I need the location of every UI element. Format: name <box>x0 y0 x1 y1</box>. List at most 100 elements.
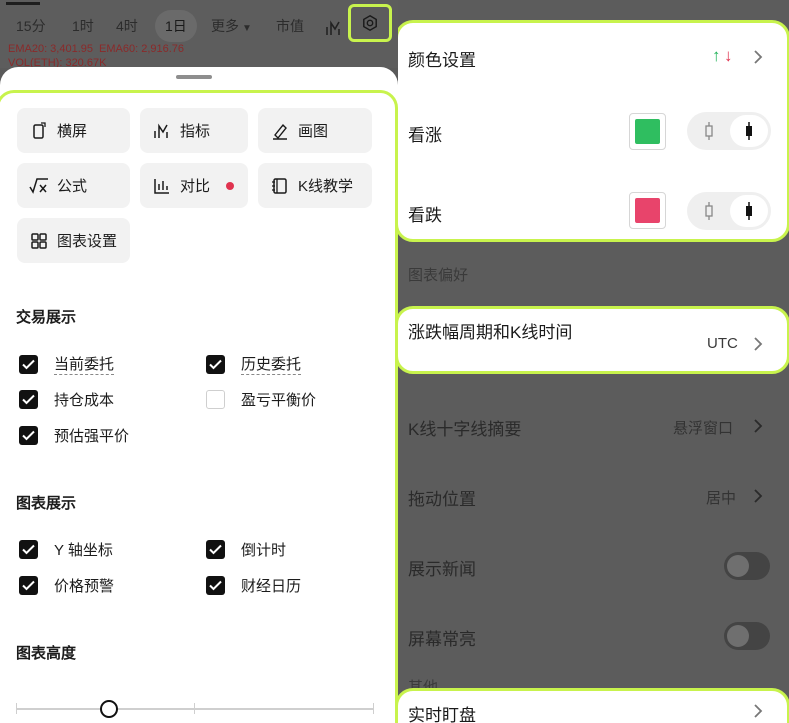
ema20-value: EMA20: 3,401.95 <box>8 43 94 55</box>
rise-color-swatch[interactable] <box>629 113 666 150</box>
checkbox-countdown[interactable]: 倒计时 <box>206 539 286 560</box>
slider-tick <box>194 703 195 714</box>
timeframe-1h[interactable]: 1时 <box>72 10 94 42</box>
chevron-right-icon <box>754 337 763 351</box>
check-icon <box>19 354 38 374</box>
tool-label: K线教学 <box>298 178 354 195</box>
checkbox-label: 当前委托 <box>54 353 115 375</box>
drag-handle[interactable] <box>176 75 212 79</box>
tool-label: 公式 <box>57 178 88 195</box>
checkbox-est-liquidation[interactable]: 预估强平价 <box>19 425 129 446</box>
timeframe-bar: 15分 1时 4时 1日 更多 ▼ 市值 <box>0 10 398 42</box>
period-time-value: UTC <box>707 335 738 352</box>
checkbox-label: 历史委托 <box>241 353 302 375</box>
rotate-screen-icon <box>29 121 49 141</box>
toggle-knob <box>727 555 749 577</box>
tool-landscape-button[interactable]: 横屏 <box>17 108 130 153</box>
timeframe-1d[interactable]: 1日 <box>155 10 197 42</box>
chart-height-slider[interactable] <box>16 703 374 714</box>
checkbox-label: 财经日历 <box>241 578 302 595</box>
chart-height-title: 图表高度 <box>16 645 77 662</box>
check-icon <box>19 426 38 445</box>
left-panel: 15分 1时 4时 1日 更多 ▼ 市值 EMA20: 3,401.95 EMA60… <box>0 0 398 723</box>
grid-icon <box>29 231 49 251</box>
right-panel: 颜色设置 ↑ ↓ 看涨 看跌 图表偏好 涨跌幅周期和K线时间 UTC K线十字线… <box>398 0 789 723</box>
rise-color-fill <box>635 119 660 144</box>
crosshair-summary-label[interactable]: K线十字线摘要 <box>408 415 521 440</box>
toggle-knob <box>727 625 749 647</box>
slider-tick <box>16 703 17 714</box>
arrow-down-icon: ↓ <box>724 46 733 65</box>
tool-indicator-button[interactable]: 指标 <box>140 108 248 153</box>
tool-label: 画图 <box>298 123 329 140</box>
trade-display-title: 交易展示 <box>16 309 77 326</box>
checkbox-label: 价格预警 <box>54 578 115 595</box>
book-icon <box>270 176 290 196</box>
unchecked-box <box>206 390 225 409</box>
chevron-right-icon <box>754 419 763 433</box>
chevron-right-icon <box>754 50 763 64</box>
checkbox-history-orders[interactable]: 历史委托 <box>206 353 302 375</box>
checkbox-economic-calendar[interactable]: 财经日历 <box>206 575 301 596</box>
checkbox-label: 预估强平价 <box>54 428 130 445</box>
tool-chart-settings-button[interactable]: 图表设置 <box>17 218 130 263</box>
gear-icon <box>363 14 377 32</box>
timeframe-more[interactable]: 更多 ▼ <box>211 10 252 42</box>
drag-position-label[interactable]: 拖动位置 <box>408 485 476 510</box>
drag-position-value: 居中 <box>706 490 737 507</box>
new-badge-dot <box>226 181 235 190</box>
screen-on-toggle[interactable] <box>724 622 770 650</box>
rise-candle-style-toggle[interactable] <box>687 112 771 150</box>
check-icon <box>206 354 225 374</box>
checkbox-y-axis[interactable]: Y 轴坐标 <box>19 539 113 560</box>
check-icon <box>19 390 38 409</box>
ema60-value: EMA60: 2,916.76 <box>99 43 185 55</box>
fall-label: 看跌 <box>408 206 442 225</box>
caret-down-icon: ▼ <box>242 23 252 34</box>
formula-icon <box>29 176 49 196</box>
market-cap-tab[interactable]: 市值 <box>276 10 304 42</box>
check-icon <box>19 576 38 595</box>
tool-label: 对比 <box>180 178 211 195</box>
solid-candle-icon[interactable] <box>730 195 768 227</box>
indicator-icon <box>152 121 172 141</box>
solid-candle-icon[interactable] <box>730 115 768 147</box>
checkbox-position-cost[interactable]: 持仓成本 <box>19 389 114 410</box>
chart-toolbar: 15分 1时 4时 1日 更多 ▼ 市值 EMA20: 3,401.95 EMA60… <box>0 0 398 69</box>
hollow-candle-icon[interactable] <box>690 195 728 227</box>
indicator-icon[interactable] <box>325 16 343 36</box>
timeframe-15m[interactable]: 15分 <box>16 10 46 42</box>
color-settings-label: 颜色设置 <box>408 51 476 70</box>
checkbox-price-alert[interactable]: 价格预警 <box>19 575 114 596</box>
realtime-watch-label: 实时盯盘 <box>408 706 476 723</box>
checkbox-label: 盈亏平衡价 <box>241 392 317 409</box>
fall-color-swatch[interactable] <box>629 192 666 229</box>
show-news-toggle[interactable] <box>724 552 770 580</box>
hollow-candle-icon[interactable] <box>690 115 728 147</box>
color-settings-button[interactable]: ↑ ↓ <box>712 46 768 68</box>
check-icon <box>19 540 38 559</box>
checkbox-label: 倒计时 <box>241 542 287 559</box>
chevron-right-icon <box>754 704 763 718</box>
tool-formula-button[interactable]: 公式 <box>17 163 130 208</box>
pen-icon <box>270 121 290 141</box>
fall-color-fill <box>635 198 660 223</box>
checkbox-current-orders[interactable]: 当前委托 <box>19 353 115 375</box>
fall-candle-style-toggle[interactable] <box>687 192 771 230</box>
tool-compare-button[interactable]: 对比 <box>140 163 248 208</box>
checkbox-breakeven-price[interactable]: 盈亏平衡价 <box>206 389 316 410</box>
timeframe-4h[interactable]: 4时 <box>116 10 138 42</box>
period-time-label: 涨跌幅周期和K线时间 <box>408 323 573 342</box>
tool-draw-button[interactable]: 画图 <box>258 108 372 153</box>
slider-tick <box>373 703 374 714</box>
screen: 15分 1时 4时 1日 更多 ▼ 市值 EMA20: 3,401.95 EMA60… <box>0 0 789 723</box>
tool-kline-tutorial-button[interactable]: K线教学 <box>258 163 372 208</box>
chart-settings-button[interactable] <box>348 4 392 42</box>
checkbox-label: Y 轴坐标 <box>54 542 113 559</box>
tool-label: 横屏 <box>57 123 88 140</box>
crosshair-summary-value: 悬浮窗口 <box>673 420 734 437</box>
tool-label: 图表设置 <box>57 233 118 250</box>
tab-indicator <box>6 2 40 5</box>
screen-on-label: 屏幕常亮 <box>408 630 476 649</box>
slider-thumb[interactable] <box>100 700 118 718</box>
